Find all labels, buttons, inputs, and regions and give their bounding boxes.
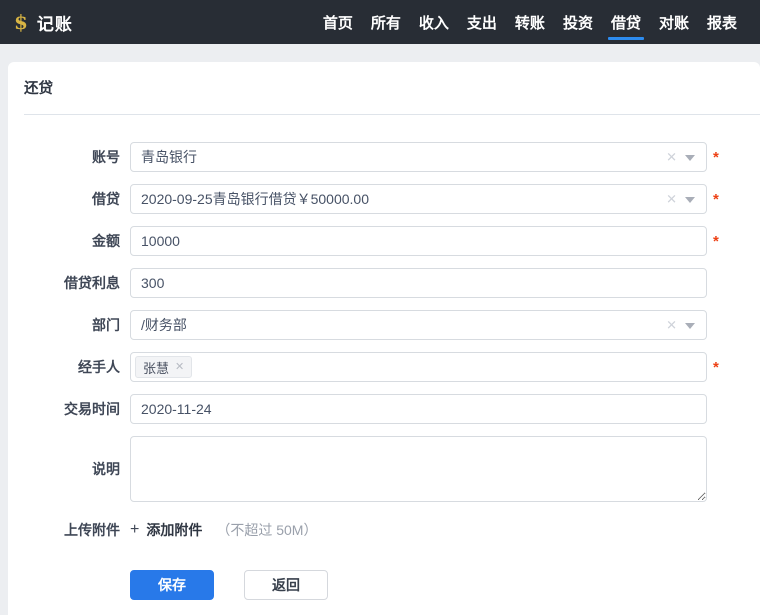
nav-item-home[interactable]: 首页 [314, 0, 362, 44]
note-label: 说明 [8, 459, 120, 479]
add-attachment-button[interactable]: + 添加附件 [130, 520, 202, 540]
nav-item-reconcile[interactable]: 对账 [650, 0, 698, 44]
nav-item-income[interactable]: 收入 [410, 0, 458, 44]
handler-tag-input[interactable]: 张慧 ✕ [130, 352, 707, 382]
upload-size-hint: （不超过 50M） [216, 520, 317, 540]
department-select[interactable] [130, 310, 707, 340]
dollar-icon: $ [14, 12, 28, 32]
nav-item-all[interactable]: 所有 [362, 0, 410, 44]
page-title: 还贷 [24, 79, 744, 99]
repay-loan-form: 账号 ✕ * 借贷 ✕ * 金额 [8, 115, 760, 600]
nav-item-transfer[interactable]: 转账 [506, 0, 554, 44]
plus-icon: + [130, 522, 139, 538]
loan-label: 借贷 [8, 189, 120, 209]
add-attachment-label: 添加附件 [146, 520, 202, 540]
note-textarea[interactable] [130, 436, 707, 502]
handler-label: 经手人 [8, 357, 120, 377]
department-label: 部门 [8, 315, 120, 335]
page-content: 还贷 账号 ✕ * 借贷 ✕ [0, 44, 760, 615]
upload-label: 上传附件 [8, 520, 120, 540]
top-navbar: $ 记账 首页 所有 收入 支出 转账 投资 借贷 对账 报表 [0, 0, 760, 44]
handler-tag: 张慧 ✕ [135, 356, 192, 378]
form-card: 还贷 账号 ✕ * 借贷 ✕ [8, 62, 760, 615]
interest-label: 借贷利息 [8, 273, 120, 293]
form-row-handler: 经手人 张慧 ✕ * [8, 352, 760, 382]
back-button[interactable]: 返回 [244, 570, 328, 600]
account-select[interactable] [130, 142, 707, 172]
required-marker: * [713, 150, 719, 165]
form-row-account: 账号 ✕ * [8, 142, 760, 172]
nav-menu: 首页 所有 收入 支出 转账 投资 借贷 对账 报表 [314, 0, 746, 44]
date-label: 交易时间 [8, 399, 120, 419]
nav-item-report[interactable]: 报表 [698, 0, 746, 44]
handler-tag-text: 张慧 [143, 358, 169, 377]
save-button[interactable]: 保存 [130, 570, 214, 600]
form-row-loan: 借贷 ✕ * [8, 184, 760, 214]
app-title: 记账 [37, 10, 73, 35]
form-row-interest: 借贷利息 [8, 268, 760, 298]
required-marker: * [713, 360, 719, 375]
required-marker: * [713, 234, 719, 249]
account-label: 账号 [8, 147, 120, 167]
clear-icon[interactable]: ✕ [666, 193, 677, 206]
transaction-date-input[interactable] [130, 394, 707, 424]
tag-close-icon[interactable]: ✕ [175, 362, 184, 373]
amount-input[interactable] [130, 226, 707, 256]
clear-icon[interactable]: ✕ [666, 151, 677, 164]
form-row-note: 说明 [8, 436, 760, 502]
amount-label: 金额 [8, 231, 120, 251]
form-row-date: 交易时间 [8, 394, 760, 424]
chevron-down-icon[interactable] [685, 323, 695, 329]
nav-item-expense[interactable]: 支出 [458, 0, 506, 44]
interest-input[interactable] [130, 268, 707, 298]
app-logo[interactable]: $ 记账 [14, 10, 73, 35]
form-row-amount: 金额 * [8, 226, 760, 256]
chevron-down-icon[interactable] [685, 197, 695, 203]
nav-item-invest[interactable]: 投资 [554, 0, 602, 44]
nav-item-loan[interactable]: 借贷 [602, 0, 650, 44]
required-marker: * [713, 192, 719, 207]
form-row-upload: 上传附件 + 添加附件 （不超过 50M） [8, 520, 760, 540]
form-row-department: 部门 ✕ [8, 310, 760, 340]
form-actions: 保存 返回 [130, 570, 760, 600]
chevron-down-icon[interactable] [685, 155, 695, 161]
loan-select[interactable] [130, 184, 707, 214]
clear-icon[interactable]: ✕ [666, 319, 677, 332]
